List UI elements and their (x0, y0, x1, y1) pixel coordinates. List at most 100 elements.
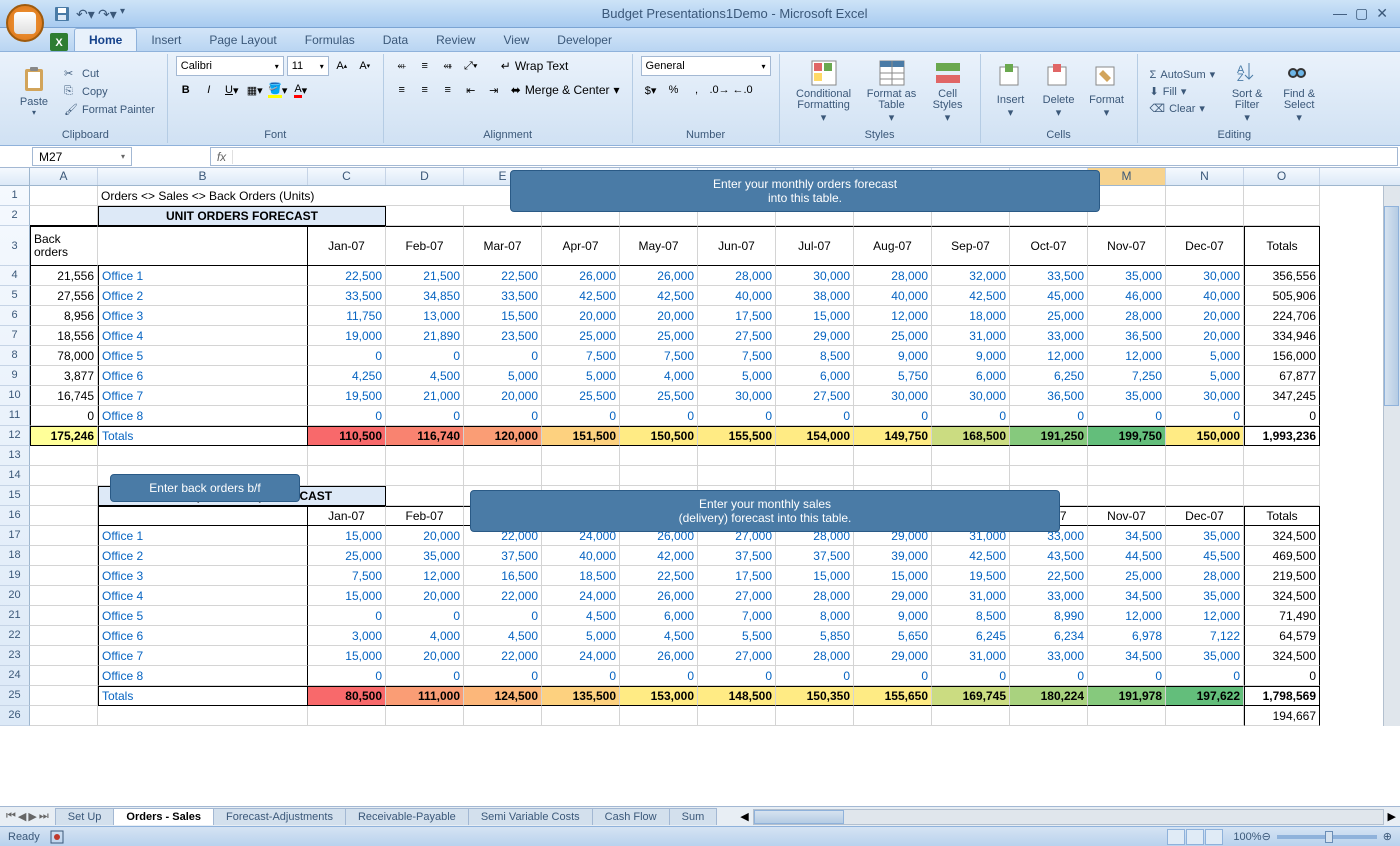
cell[interactable]: 20,000 (620, 306, 698, 326)
cell[interactable]: 7,500 (308, 566, 386, 586)
cell[interactable] (854, 466, 932, 486)
cell[interactable]: 0 (542, 406, 620, 426)
cell[interactable]: Aug-07 (854, 226, 932, 266)
col-header-B[interactable]: B (98, 168, 308, 185)
row-header-21[interactable]: 21 (0, 606, 30, 626)
cell[interactable]: Office 4 (98, 326, 308, 346)
cell[interactable] (464, 466, 542, 486)
cell[interactable]: 28,000 (1166, 566, 1244, 586)
cell[interactable] (1010, 706, 1088, 726)
bold-button[interactable]: B (176, 80, 196, 100)
cell[interactable]: 135,500 (542, 686, 620, 706)
cell[interactable] (98, 226, 308, 266)
cell[interactable]: 22,000 (464, 646, 542, 666)
tab-data[interactable]: Data (369, 29, 422, 51)
cell[interactable]: 219,500 (1244, 566, 1320, 586)
shrink-font-button[interactable]: A▾ (355, 56, 375, 76)
cell[interactable]: 4,000 (620, 366, 698, 386)
cell[interactable] (854, 446, 932, 466)
cell[interactable]: 7,250 (1088, 366, 1166, 386)
cell[interactable]: 0 (464, 666, 542, 686)
cell[interactable]: 37,500 (776, 546, 854, 566)
normal-view-button[interactable] (1167, 829, 1185, 845)
cell[interactable]: 150,000 (1166, 426, 1244, 446)
cell[interactable]: 40,000 (1166, 286, 1244, 306)
cell[interactable]: 26,000 (620, 646, 698, 666)
row-header-8[interactable]: 8 (0, 346, 30, 366)
cell[interactable] (1010, 446, 1088, 466)
cell[interactable] (1088, 446, 1166, 466)
cell[interactable]: 18,556 (30, 326, 98, 346)
cell[interactable]: 5,000 (698, 366, 776, 386)
cell[interactable]: 12,000 (1010, 346, 1088, 366)
cell[interactable]: 116,740 (386, 426, 464, 446)
cell[interactable]: Office 5 (98, 606, 308, 626)
page-break-view-button[interactable] (1205, 829, 1223, 845)
cell[interactable]: Office 6 (98, 366, 308, 386)
conditional-formatting-button[interactable]: Conditional Formatting▾ (788, 57, 860, 126)
cell[interactable]: 7,500 (542, 346, 620, 366)
cell[interactable]: Oct-07 (1010, 226, 1088, 266)
cell[interactable]: 7,500 (698, 346, 776, 366)
sheet-tab-sum[interactable]: Sum (669, 808, 718, 825)
save-icon[interactable] (54, 6, 70, 22)
cell[interactable]: Totals (1244, 506, 1320, 526)
tab-page-layout[interactable]: Page Layout (195, 29, 290, 51)
cell[interactable]: Sep-07 (932, 226, 1010, 266)
cell[interactable]: 39,000 (854, 546, 932, 566)
cell[interactable]: 37,500 (698, 546, 776, 566)
cell[interactable]: 15,000 (854, 566, 932, 586)
cell[interactable]: 28,000 (1088, 306, 1166, 326)
cell[interactable]: 0 (308, 666, 386, 686)
cell[interactable]: Dec-07 (1166, 506, 1244, 526)
increase-decimal-button[interactable]: .0→ (710, 80, 730, 100)
cell[interactable]: 33,000 (1010, 586, 1088, 606)
cell[interactable]: 4,500 (386, 366, 464, 386)
cell[interactable] (1166, 186, 1244, 206)
cell[interactable]: 156,000 (1244, 346, 1320, 366)
cell[interactable]: 0 (1088, 666, 1166, 686)
cell[interactable] (1244, 466, 1320, 486)
undo-icon[interactable]: ↶▾ (76, 6, 92, 22)
copy-button[interactable]: ⎘Copy (60, 84, 159, 100)
cell[interactable]: 33,000 (1010, 646, 1088, 666)
indent-dec-button[interactable]: ⇤ (461, 80, 481, 100)
row-header-18[interactable]: 18 (0, 546, 30, 566)
cell[interactable]: 15,000 (308, 586, 386, 606)
cell[interactable]: 3,877 (30, 366, 98, 386)
macro-record-icon[interactable] (50, 830, 64, 844)
cell[interactable]: 30,000 (1166, 386, 1244, 406)
cell[interactable]: 9,000 (854, 346, 932, 366)
cell[interactable]: 30,000 (932, 386, 1010, 406)
cell[interactable] (30, 606, 98, 626)
tab-view[interactable]: View (489, 29, 543, 51)
cell[interactable]: 0 (932, 666, 1010, 686)
row-header-5[interactable]: 5 (0, 286, 30, 306)
cell[interactable]: 22,500 (620, 566, 698, 586)
cell[interactable]: 191,978 (1088, 686, 1166, 706)
cell[interactable]: 42,500 (932, 286, 1010, 306)
cell[interactable]: 169,745 (932, 686, 1010, 706)
align-left-button[interactable]: ≡ (392, 80, 412, 100)
cell[interactable]: 6,250 (1010, 366, 1088, 386)
cell[interactable]: 12,000 (1166, 606, 1244, 626)
cell[interactable]: Dec-07 (1166, 226, 1244, 266)
cell[interactable]: 37,500 (464, 546, 542, 566)
cell[interactable]: 124,500 (464, 686, 542, 706)
cell[interactable]: 0 (1166, 406, 1244, 426)
cell[interactable]: Jan-07 (308, 226, 386, 266)
row-header-24[interactable]: 24 (0, 666, 30, 686)
merge-center-button[interactable]: ⬌Merge & Center▾ (507, 82, 624, 98)
scroll-right-button[interactable]: ▶ (1384, 810, 1400, 823)
cell[interactable]: 16,745 (30, 386, 98, 406)
cell[interactable]: 8,956 (30, 306, 98, 326)
cell[interactable]: 15,000 (308, 526, 386, 546)
cell[interactable] (30, 546, 98, 566)
cell[interactable]: 5,000 (464, 366, 542, 386)
align-top-button[interactable]: ⬴ (392, 56, 412, 76)
cell[interactable] (30, 186, 98, 206)
qat-dropdown-icon[interactable]: ▾ (120, 6, 136, 22)
cell[interactable]: Totals (98, 686, 308, 706)
cell[interactable]: 45,000 (1010, 286, 1088, 306)
row-header-16[interactable]: 16 (0, 506, 30, 526)
